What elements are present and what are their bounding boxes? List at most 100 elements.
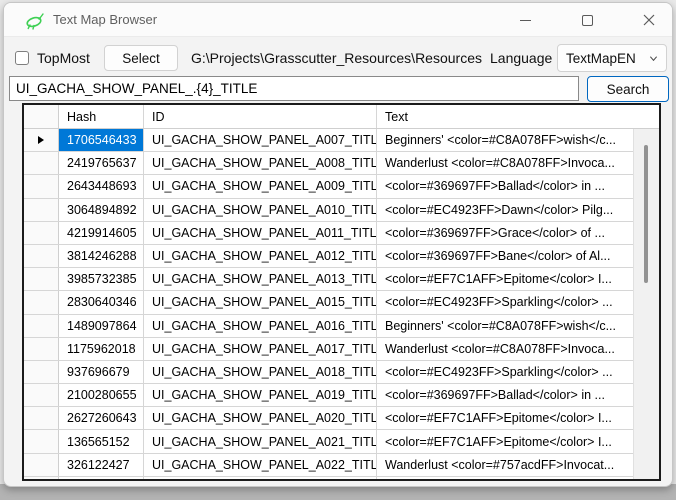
table-row[interactable]: 136565152 UI_GACHA_SHOW_PANEL_A021_TITLE… <box>24 430 659 453</box>
row-header-cell[interactable] <box>24 152 59 174</box>
minimize-button[interactable] <box>510 6 540 34</box>
id-cell[interactable]: UI_GACHA_SHOW_PANEL_A010_TITLE <box>144 199 377 221</box>
vertical-scrollbar[interactable] <box>633 129 659 479</box>
id-cell[interactable]: UI_GACHA_SHOW_PANEL_A007_TITLE <box>144 129 377 151</box>
table-row[interactable]: 2830640346 UI_GACHA_SHOW_PANEL_A015_TITL… <box>24 291 659 314</box>
table-row[interactable]: 3064894892 UI_GACHA_SHOW_PANEL_A010_TITL… <box>24 199 659 222</box>
id-cell[interactable]: UI_GACHA_SHOW_PANEL_A017_TITLE <box>144 338 377 360</box>
table-row[interactable]: 1175962018 UI_GACHA_SHOW_PANEL_A017_TITL… <box>24 338 659 361</box>
table-row[interactable]: <color=#EC4923FF>... <box>24 477 659 479</box>
text-cell[interactable]: <color=#EF7C1AFF>Epitome</color> I... <box>377 430 659 452</box>
row-header-cell[interactable] <box>24 291 59 313</box>
text-cell[interactable]: <color=#369697FF>Grace</color> of ... <box>377 222 659 244</box>
id-cell[interactable]: UI_GACHA_SHOW_PANEL_A012_TITLE <box>144 245 377 267</box>
id-cell[interactable] <box>144 477 377 479</box>
text-cell[interactable]: Wanderlust <color=#C8A078FF>Invoca... <box>377 152 659 174</box>
table-row[interactable]: 937696679 UI_GACHA_SHOW_PANEL_A018_TITLE… <box>24 361 659 384</box>
text-cell[interactable]: <color=#EC4923FF>... <box>377 477 659 479</box>
table-row[interactable]: 1706546433 UI_GACHA_SHOW_PANEL_A007_TITL… <box>24 129 659 152</box>
text-cell[interactable]: <color=#EF7C1AFF>Epitome</color> I... <box>377 268 659 290</box>
id-cell[interactable]: UI_GACHA_SHOW_PANEL_A008_TITLE <box>144 152 377 174</box>
chevron-down-icon <box>649 54 658 63</box>
row-header-cell[interactable] <box>24 245 59 267</box>
table-row[interactable]: 2643448693 UI_GACHA_SHOW_PANEL_A009_TITL… <box>24 175 659 198</box>
id-cell[interactable]: UI_GACHA_SHOW_PANEL_A021_TITLE <box>144 430 377 452</box>
id-cell[interactable]: UI_GACHA_SHOW_PANEL_A016_TITLE <box>144 315 377 337</box>
table-row[interactable]: 2100280655 UI_GACHA_SHOW_PANEL_A019_TITL… <box>24 384 659 407</box>
hash-cell[interactable]: 1175962018 <box>59 338 144 360</box>
hash-cell[interactable]: 136565152 <box>59 430 144 452</box>
row-header-cell[interactable] <box>24 199 59 221</box>
hash-cell[interactable]: 2627260643 <box>59 407 144 429</box>
row-header-cell[interactable] <box>24 338 59 360</box>
hash-cell[interactable]: 2830640346 <box>59 291 144 313</box>
row-header-cell[interactable] <box>24 407 59 429</box>
table-row[interactable]: 2627260643 UI_GACHA_SHOW_PANEL_A020_TITL… <box>24 407 659 430</box>
language-label: Language <box>490 50 552 66</box>
hash-cell[interactable] <box>59 477 144 479</box>
row-header-cell[interactable] <box>24 430 59 452</box>
hash-cell[interactable]: 2643448693 <box>59 175 144 197</box>
row-header-cell[interactable] <box>24 268 59 290</box>
table-row[interactable]: 3814246288 UI_GACHA_SHOW_PANEL_A012_TITL… <box>24 245 659 268</box>
text-cell[interactable]: Wanderlust <color=#C8A078FF>Invoca... <box>377 338 659 360</box>
hash-cell[interactable]: 1489097864 <box>59 315 144 337</box>
table-row[interactable]: 3985732385 UI_GACHA_SHOW_PANEL_A013_TITL… <box>24 268 659 291</box>
text-cell[interactable]: Beginners' <color=#C8A078FF>wish</c... <box>377 129 659 151</box>
table-row[interactable]: 326122427 UI_GACHA_SHOW_PANEL_A022_TITLE… <box>24 454 659 477</box>
hash-cell[interactable]: 326122427 <box>59 454 144 476</box>
close-button[interactable] <box>634 6 664 34</box>
id-cell[interactable]: UI_GACHA_SHOW_PANEL_A015_TITLE <box>144 291 377 313</box>
scrollbar-thumb[interactable] <box>644 145 648 283</box>
text-cell[interactable]: <color=#EC4923FF>Sparkling</color> ... <box>377 361 659 383</box>
id-cell[interactable]: UI_GACHA_SHOW_PANEL_A011_TITLE <box>144 222 377 244</box>
row-header-cell[interactable] <box>24 175 59 197</box>
hash-cell[interactable]: 2419765637 <box>59 152 144 174</box>
hash-cell[interactable]: 1706546433 <box>59 129 144 151</box>
minimize-icon <box>520 20 531 21</box>
row-header-cell[interactable] <box>24 361 59 383</box>
row-header-cell[interactable] <box>24 222 59 244</box>
hash-cell[interactable]: 3985732385 <box>59 268 144 290</box>
id-cell[interactable]: UI_GACHA_SHOW_PANEL_A019_TITLE <box>144 384 377 406</box>
text-cell[interactable]: <color=#369697FF>Ballad</color> in ... <box>377 175 659 197</box>
text-cell[interactable]: <color=#369697FF>Bane</color> of Al... <box>377 245 659 267</box>
maximize-button[interactable] <box>572 6 602 34</box>
table-row[interactable]: 2419765637 UI_GACHA_SHOW_PANEL_A008_TITL… <box>24 152 659 175</box>
id-cell[interactable]: UI_GACHA_SHOW_PANEL_A020_TITLE <box>144 407 377 429</box>
language-combobox[interactable]: TextMapEN <box>557 44 667 72</box>
text-cell[interactable]: <color=#EC4923FF>Sparkling</color> ... <box>377 291 659 313</box>
id-cell[interactable]: UI_GACHA_SHOW_PANEL_A009_TITLE <box>144 175 377 197</box>
hash-cell[interactable]: 3064894892 <box>59 199 144 221</box>
hash-cell[interactable]: 3814246288 <box>59 245 144 267</box>
row-header-cell[interactable] <box>24 129 59 151</box>
column-header-id[interactable]: ID <box>144 105 377 128</box>
text-cell[interactable]: <color=#369697FF>Ballad</color> in ... <box>377 384 659 406</box>
screenshot-stage: Text Map Browser TopMost Select G:\Proje… <box>0 0 676 500</box>
search-button[interactable]: Search <box>587 76 669 102</box>
topmost-checkbox[interactable] <box>15 51 29 65</box>
select-button[interactable]: Select <box>104 45 178 71</box>
column-header-text[interactable]: Text <box>377 105 659 128</box>
id-cell[interactable]: UI_GACHA_SHOW_PANEL_A018_TITLE <box>144 361 377 383</box>
row-header-cell[interactable] <box>24 315 59 337</box>
hash-cell[interactable]: 4219914605 <box>59 222 144 244</box>
row-header-cell[interactable] <box>24 384 59 406</box>
text-cell[interactable]: <color=#EF7C1AFF>Epitome</color> I... <box>377 407 659 429</box>
text-cell[interactable]: <color=#EC4923FF>Dawn</color> Pilg... <box>377 199 659 221</box>
text-cell[interactable]: Wanderlust <color=#757acdFF>Invocat... <box>377 454 659 476</box>
id-cell[interactable]: UI_GACHA_SHOW_PANEL_A013_TITLE <box>144 268 377 290</box>
id-cell[interactable]: UI_GACHA_SHOW_PANEL_A022_TITLE <box>144 454 377 476</box>
hash-cell[interactable]: 937696679 <box>59 361 144 383</box>
row-header-cell[interactable] <box>24 454 59 476</box>
table-row[interactable]: 4219914605 UI_GACHA_SHOW_PANEL_A011_TITL… <box>24 222 659 245</box>
grid-corner-header[interactable] <box>24 105 59 128</box>
maximize-icon <box>582 15 593 26</box>
title-bar[interactable]: Text Map Browser <box>4 3 672 37</box>
column-header-hash[interactable]: Hash <box>59 105 144 128</box>
hash-cell[interactable]: 2100280655 <box>59 384 144 406</box>
search-input[interactable] <box>9 76 579 101</box>
table-row[interactable]: 1489097864 UI_GACHA_SHOW_PANEL_A016_TITL… <box>24 315 659 338</box>
text-cell[interactable]: Beginners' <color=#C8A078FF>wish</c... <box>377 315 659 337</box>
row-header-cell[interactable] <box>24 477 59 479</box>
